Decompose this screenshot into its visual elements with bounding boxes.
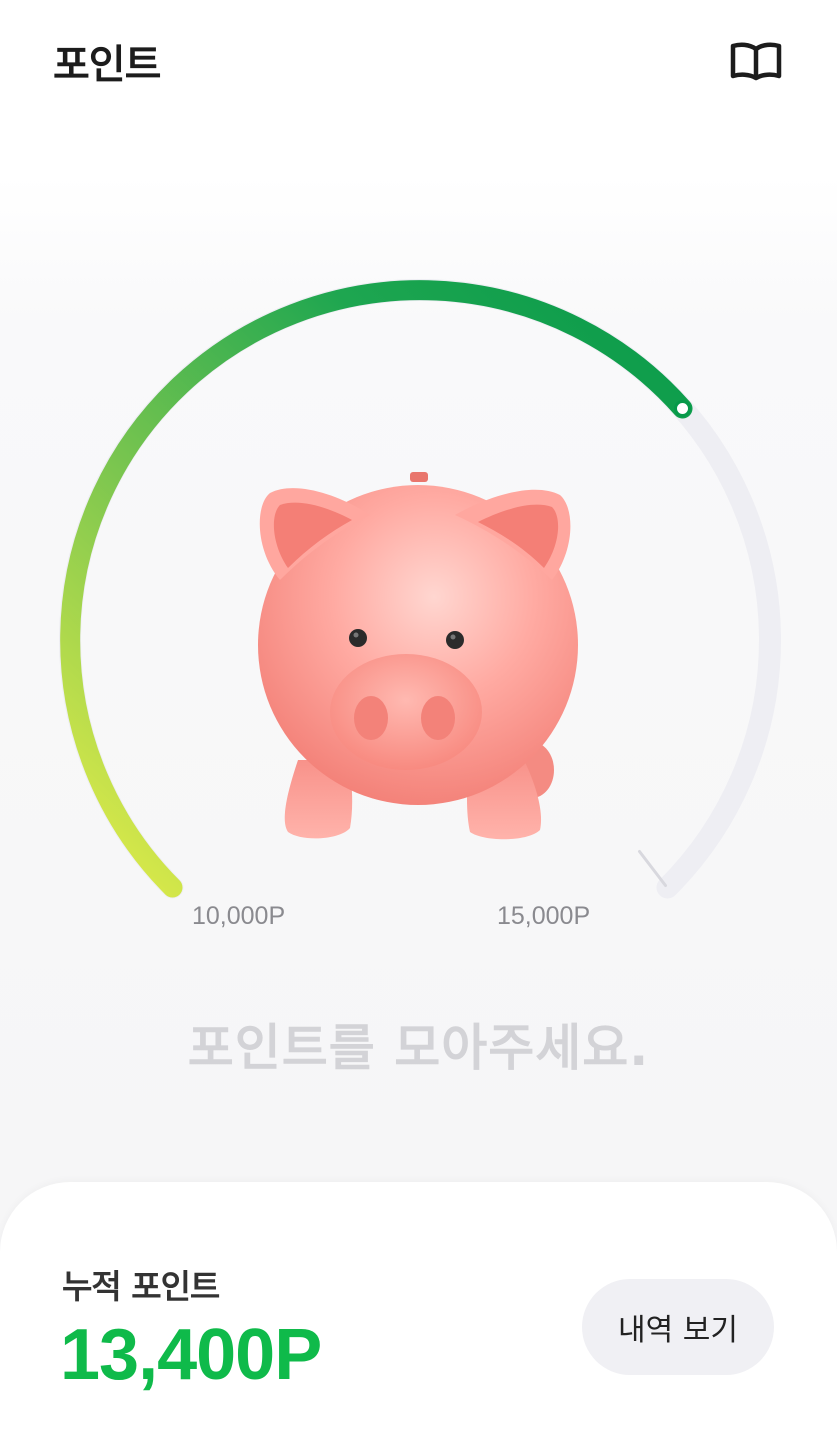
piggy-bank-illustration: [258, 472, 578, 840]
accumulated-points-value: 13,400P: [60, 1315, 322, 1395]
gauge-progress-knob: [674, 400, 691, 417]
accumulated-points-card: 누적 포인트 13,400P 내역 보기: [0, 1182, 837, 1440]
gauge-max-label: 15,000P: [497, 902, 591, 930]
gauge-max-tick: [638, 850, 667, 887]
accumulated-points-label: 누적 포인트: [62, 1267, 220, 1306]
collect-points-prompt: 포인트를 모아주세요.: [187, 1019, 650, 1077]
gauge-min-label: 10,000P: [192, 902, 286, 930]
view-history-button[interactable]: 내역 보기: [582, 1279, 774, 1375]
